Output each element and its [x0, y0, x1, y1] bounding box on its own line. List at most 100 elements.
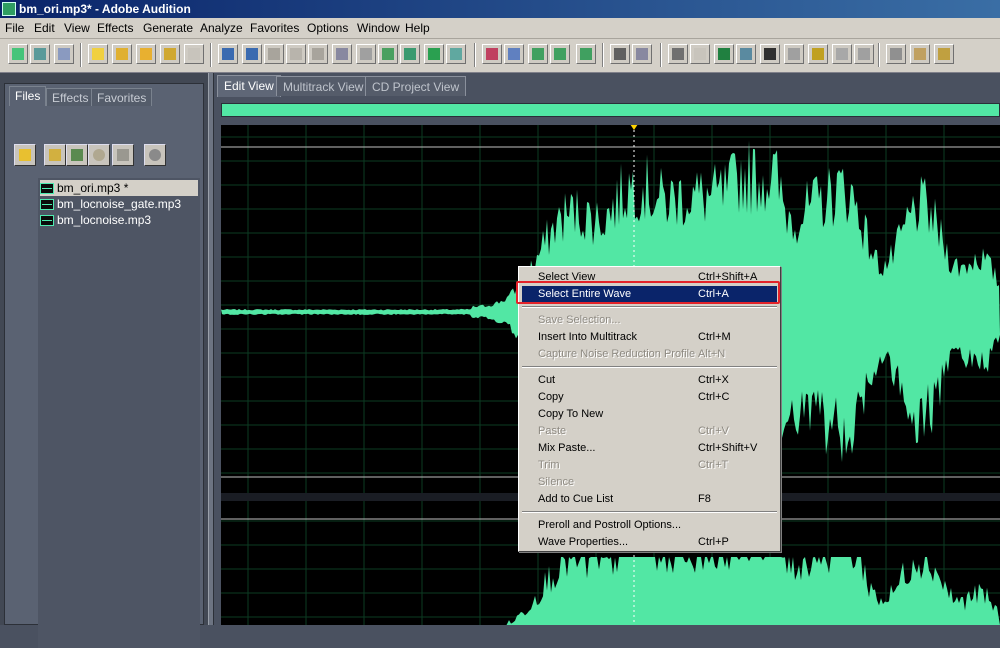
trim-button[interactable] — [356, 44, 376, 64]
files-panel: Files Effects Favorites bm_ori.mp3 * bm_… — [0, 73, 208, 648]
pitch-icon — [694, 48, 706, 60]
repeat-command-icon — [268, 48, 280, 60]
script-button[interactable] — [784, 44, 804, 64]
save-button[interactable] — [136, 44, 156, 64]
marquee-icon — [486, 48, 498, 60]
menu-analyze[interactable]: Analyze — [200, 21, 243, 35]
new-file-button[interactable] — [88, 44, 108, 64]
menu-item-wave-properties[interactable]: Wave Properties... Ctrl+P — [522, 534, 777, 551]
cut-button[interactable] — [332, 44, 352, 64]
waveform-channel — [222, 557, 1000, 625]
snap-button[interactable] — [576, 44, 596, 64]
menu-effects[interactable]: Effects — [97, 21, 133, 35]
file-name: bm_locnoise.mp3 — [57, 213, 152, 227]
waveform-overview-bar[interactable] — [221, 103, 1000, 117]
select-tool-button[interactable] — [550, 44, 570, 64]
menu-item-label: Trim — [538, 459, 560, 471]
menu-separator — [522, 511, 777, 513]
tab-effects[interactable]: Effects — [46, 88, 95, 106]
menu-item-label: Paste — [538, 425, 567, 437]
menu-options[interactable]: Options — [307, 21, 348, 35]
play-button[interactable] — [632, 44, 652, 64]
open-file-icon — [19, 149, 31, 161]
menu-file[interactable]: File — [5, 21, 24, 35]
cd-project-button[interactable] — [54, 44, 74, 64]
waveform-file-icon — [40, 199, 54, 211]
tab-files[interactable]: Files — [9, 86, 47, 106]
time-display-button[interactable] — [668, 44, 688, 64]
mix-paste-button[interactable] — [378, 44, 398, 64]
waveform-view-button[interactable] — [832, 44, 852, 64]
play-file-button[interactable] — [88, 144, 110, 166]
time-selection-tool-button[interactable] — [528, 44, 548, 64]
menu-item-trim: Trim Ctrl+T — [522, 457, 777, 474]
menu-generate[interactable]: Generate — [143, 21, 193, 35]
import-icon — [49, 149, 61, 161]
redo-button[interactable] — [242, 44, 262, 64]
menu-button[interactable] — [736, 44, 756, 64]
level-meter-button[interactable] — [714, 44, 734, 64]
open-file-button[interactable] — [14, 144, 36, 166]
tab-favorites[interactable]: Favorites — [91, 88, 153, 106]
menu-window[interactable]: Window — [357, 21, 400, 35]
menu-view[interactable]: View — [64, 21, 90, 35]
toolbar-separator — [80, 43, 82, 67]
open-file-button[interactable] — [112, 44, 132, 64]
save-all-button[interactable] — [160, 44, 180, 64]
menu-item-shortcut: Ctrl+C — [698, 391, 730, 403]
select-tool-icon — [554, 48, 566, 60]
file-item[interactable]: bm_locnoise.mp3 — [40, 212, 151, 228]
file-item[interactable]: bm_ori.mp3 * — [40, 180, 198, 196]
menu-item-label: Add to Cue List — [538, 493, 614, 505]
menu-item-shortcut: Ctrl+P — [698, 536, 729, 548]
menu-item-copy-to-new[interactable]: Copy To New — [522, 406, 777, 423]
paste-button[interactable] — [308, 44, 328, 64]
insert-button[interactable] — [112, 144, 134, 166]
hybrid-tool-button[interactable] — [504, 44, 524, 64]
options-button[interactable] — [144, 144, 166, 166]
menu-item-add-to-cue-list[interactable]: Add to Cue List F8 — [522, 491, 777, 508]
copy-button[interactable] — [286, 44, 306, 64]
spectral-view-button[interactable] — [424, 44, 444, 64]
save-all-icon — [164, 48, 176, 60]
menu-item-mix-paste[interactable]: Mix Paste... Ctrl+Shift+V — [522, 440, 777, 457]
zoom-button[interactable] — [610, 44, 630, 64]
close-file-button[interactable] — [184, 44, 204, 64]
insert-cue-button[interactable] — [400, 44, 420, 64]
frequency-analysis-button[interactable] — [446, 44, 466, 64]
marquee-button[interactable] — [482, 44, 502, 64]
open-file-button[interactable] — [934, 44, 954, 64]
menu-item-label: Capture Noise Reduction Profile — [538, 348, 696, 360]
cd-project-button[interactable] — [886, 44, 906, 64]
menu-edit[interactable]: Edit — [34, 21, 55, 35]
new-file-button[interactable] — [910, 44, 930, 64]
repeat-command-button[interactable] — [264, 44, 284, 64]
import-button[interactable] — [44, 144, 66, 166]
file-item[interactable]: bm_locnoise_gate.mp3 — [40, 196, 181, 212]
playhead-marker-icon[interactable] — [630, 125, 638, 130]
tab-edit-view[interactable]: Edit View — [217, 75, 281, 97]
tab-multitrack-view[interactable]: Multitrack View — [276, 76, 371, 96]
waveform-view-button[interactable] — [8, 44, 28, 64]
menu-item-preroll-and-postroll-options[interactable]: Preroll and Postroll Options... — [522, 517, 777, 534]
multitrack-view-button[interactable] — [854, 44, 874, 64]
hybrid-tool-icon — [508, 48, 520, 60]
toolbar-separator — [878, 43, 880, 67]
tab-cd-project-view[interactable]: CD Project View — [365, 76, 467, 96]
help-button[interactable] — [808, 44, 828, 64]
menu-help[interactable]: Help — [405, 21, 430, 35]
multitrack-view-button[interactable] — [30, 44, 50, 64]
menu-item-insert-into-multitrack[interactable]: Insert Into Multitrack Ctrl+M — [522, 329, 777, 346]
close-file-button[interactable] — [66, 144, 88, 166]
menu-favorites[interactable]: Favorites — [250, 21, 299, 35]
level-meter-icon — [718, 48, 730, 60]
menu-item-paste: Paste Ctrl+V — [522, 423, 777, 440]
paste-icon — [312, 48, 324, 60]
settings-button[interactable] — [760, 44, 780, 64]
files-panel-body: bm_ori.mp3 * bm_locnoise_gate.mp3 bm_loc… — [8, 106, 200, 648]
undo-button[interactable] — [218, 44, 238, 64]
menu-item-copy[interactable]: Copy Ctrl+C — [522, 389, 777, 406]
time-display-icon — [672, 48, 684, 60]
menu-item-cut[interactable]: Cut Ctrl+X — [522, 372, 777, 389]
pitch-button[interactable] — [690, 44, 710, 64]
